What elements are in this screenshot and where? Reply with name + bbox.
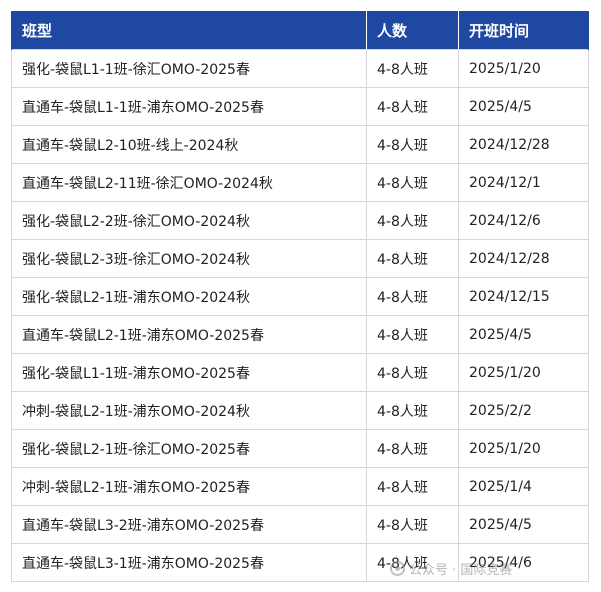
cell-size: 4-8人班 bbox=[366, 163, 459, 202]
cell-size: 4-8人班 bbox=[366, 543, 459, 582]
cell-class-type: 冲刺-袋鼠L2-1班-浦东OMO-2025春 bbox=[11, 467, 367, 506]
cell-start-date: 2025/4/5 bbox=[458, 87, 589, 126]
table-row: 强化-袋鼠L2-2班-徐汇OMO-2024秋 4-8人班 2024/12/6 bbox=[11, 201, 589, 240]
cell-size: 4-8人班 bbox=[366, 125, 459, 164]
cell-start-date: 2024/12/15 bbox=[458, 277, 589, 316]
cell-start-date: 2025/1/20 bbox=[458, 353, 589, 392]
column-header-start-date: 开班时间 bbox=[458, 11, 589, 50]
table-row: 直通车-袋鼠L2-1班-浦东OMO-2025春 4-8人班 2025/4/5 bbox=[11, 315, 589, 354]
cell-class-type: 强化-袋鼠L1-1班-浦东OMO-2025春 bbox=[11, 353, 367, 392]
cell-size: 4-8人班 bbox=[366, 201, 459, 240]
cell-start-date: 2025/4/5 bbox=[458, 505, 589, 544]
cell-size: 4-8人班 bbox=[366, 391, 459, 430]
cell-size: 4-8人班 bbox=[366, 353, 459, 392]
cell-class-type: 强化-袋鼠L2-3班-徐汇OMO-2024秋 bbox=[11, 239, 367, 278]
table-body: 强化-袋鼠L1-1班-徐汇OMO-2025春 4-8人班 2025/1/20 直通车-… bbox=[11, 49, 589, 582]
table-row: 强化-袋鼠L2-3班-徐汇OMO-2024秋 4-8人班 2024/12/28 bbox=[11, 239, 589, 278]
cell-class-type: 直通车-袋鼠L3-1班-浦东OMO-2025春 bbox=[11, 543, 367, 582]
table-row: 强化-袋鼠L2-1班-浦东OMO-2024秋 4-8人班 2024/12/15 bbox=[11, 277, 589, 316]
cell-start-date: 2025/1/4 bbox=[458, 467, 589, 506]
cell-start-date: 2024/12/28 bbox=[458, 125, 589, 164]
class-table-container: 班型 人数 开班时间 强化-袋鼠L1-1班-徐汇OMO-2025春 4-8人班 20… bbox=[11, 11, 589, 582]
cell-class-type: 强化-袋鼠L1-1班-徐汇OMO-2025春 bbox=[11, 49, 367, 88]
table-row: 直通车-袋鼠L3-2班-浦东OMO-2025春 4-8人班 2025/4/5 bbox=[11, 505, 589, 544]
cell-size: 4-8人班 bbox=[366, 49, 459, 88]
table-header: 班型 人数 开班时间 bbox=[11, 11, 589, 50]
column-header-class-type: 班型 bbox=[11, 11, 367, 50]
table-row: 冲刺-袋鼠L2-1班-浦东OMO-2024秋 4-8人班 2025/2/2 bbox=[11, 391, 589, 430]
cell-start-date: 2024/12/28 bbox=[458, 239, 589, 278]
table-row: 强化-袋鼠L2-1班-徐汇OMO-2025春 4-8人班 2025/1/20 bbox=[11, 429, 589, 468]
cell-start-date: 2025/1/20 bbox=[458, 429, 589, 468]
cell-class-type: 直通车-袋鼠L2-11班-徐汇OMO-2024秋 bbox=[11, 163, 367, 202]
cell-size: 4-8人班 bbox=[366, 429, 459, 468]
cell-class-type: 强化-袋鼠L2-2班-徐汇OMO-2024秋 bbox=[11, 201, 367, 240]
cell-start-date: 2025/2/2 bbox=[458, 391, 589, 430]
class-schedule-table: 班型 人数 开班时间 强化-袋鼠L1-1班-徐汇OMO-2025春 4-8人班 20… bbox=[11, 11, 589, 582]
cell-class-type: 强化-袋鼠L2-1班-浦东OMO-2024秋 bbox=[11, 277, 367, 316]
cell-start-date: 2025/4/5 bbox=[458, 315, 589, 354]
cell-start-date: 2025/1/20 bbox=[458, 49, 589, 88]
cell-size: 4-8人班 bbox=[366, 239, 459, 278]
cell-size: 4-8人班 bbox=[366, 315, 459, 354]
cell-size: 4-8人班 bbox=[366, 467, 459, 506]
cell-class-type: 直通车-袋鼠L2-1班-浦东OMO-2025春 bbox=[11, 315, 367, 354]
cell-start-date: 2024/12/1 bbox=[458, 163, 589, 202]
table-row: 直通车-袋鼠L2-10班-线上-2024秋 4-8人班 2024/12/28 bbox=[11, 125, 589, 164]
cell-start-date: 2025/4/6 bbox=[458, 543, 589, 582]
cell-class-type: 直通车-袋鼠L2-10班-线上-2024秋 bbox=[11, 125, 367, 164]
table-row: 直通车-袋鼠L1-1班-浦东OMO-2025春 4-8人班 2025/4/5 bbox=[11, 87, 589, 126]
header-row: 班型 人数 开班时间 bbox=[11, 11, 589, 50]
cell-class-type: 强化-袋鼠L2-1班-徐汇OMO-2025春 bbox=[11, 429, 367, 468]
table-row: 直通车-袋鼠L2-11班-徐汇OMO-2024秋 4-8人班 2024/12/1 bbox=[11, 163, 589, 202]
cell-class-type: 冲刺-袋鼠L2-1班-浦东OMO-2024秋 bbox=[11, 391, 367, 430]
table-row: 强化-袋鼠L1-1班-徐汇OMO-2025春 4-8人班 2025/1/20 bbox=[11, 49, 589, 88]
cell-size: 4-8人班 bbox=[366, 87, 459, 126]
table-row: 强化-袋鼠L1-1班-浦东OMO-2025春 4-8人班 2025/1/20 bbox=[11, 353, 589, 392]
cell-size: 4-8人班 bbox=[366, 277, 459, 316]
cell-start-date: 2024/12/6 bbox=[458, 201, 589, 240]
cell-class-type: 直通车-袋鼠L3-2班-浦东OMO-2025春 bbox=[11, 505, 367, 544]
column-header-size: 人数 bbox=[366, 11, 459, 50]
cell-class-type: 直通车-袋鼠L1-1班-浦东OMO-2025春 bbox=[11, 87, 367, 126]
table-row: 冲刺-袋鼠L2-1班-浦东OMO-2025春 4-8人班 2025/1/4 bbox=[11, 467, 589, 506]
cell-size: 4-8人班 bbox=[366, 505, 459, 544]
table-row: 直通车-袋鼠L3-1班-浦东OMO-2025春 4-8人班 2025/4/6 bbox=[11, 543, 589, 582]
